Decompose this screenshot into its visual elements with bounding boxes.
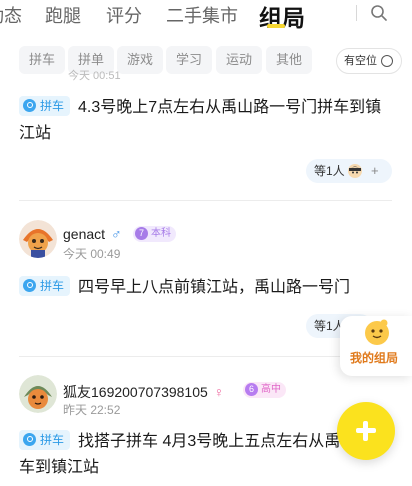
- avatar-genact[interactable]: [19, 220, 57, 258]
- post-time: 昨天 22:52: [63, 403, 121, 417]
- filter-chip-youxi[interactable]: 游戏: [117, 46, 163, 74]
- filter-chip-qita[interactable]: 其他: [266, 46, 312, 74]
- filter-chip-row: 拼车 拼单 游戏 学习 运动 其他 有空位: [0, 30, 412, 82]
- active-tab-indicator: [267, 24, 285, 28]
- filter-chip-xuexi[interactable]: 学习: [166, 46, 212, 74]
- filter-chip-yundong[interactable]: 运动: [216, 46, 262, 74]
- username[interactable]: 狐友169200707398105 ♀: [63, 382, 224, 402]
- join-group-button-1[interactable]: 等1人 +: [306, 159, 392, 183]
- radio-circle-icon: [381, 55, 393, 67]
- add-icon: +: [371, 163, 379, 178]
- post-text-3[interactable]: 拼车 找搭子拼车 4月3号晚上五点左右从禹山路拼车到镇江站: [19, 429, 391, 481]
- available-seats-toggle[interactable]: 有空位: [336, 48, 402, 74]
- create-group-button[interactable]: [337, 402, 395, 460]
- post-tag: 拼车: [19, 96, 71, 116]
- badge-level: 6: [245, 383, 258, 396]
- available-seats-label: 有空位: [344, 55, 377, 67]
- avatar-fox-friend[interactable]: [19, 375, 57, 413]
- username[interactable]: genact ♂: [63, 226, 121, 242]
- tab-paotui[interactable]: 跑腿: [45, 2, 81, 28]
- car-icon: [23, 279, 36, 292]
- car-icon: [23, 99, 36, 112]
- tab-ershou[interactable]: 二手集市: [166, 2, 238, 28]
- top-tab-bar: 动态 跑腿 评分 二手集市 组局: [0, 0, 412, 33]
- post-separator: [19, 356, 392, 357]
- female-icon: ♀: [213, 384, 225, 400]
- divider: [356, 5, 357, 21]
- tab-dongtai[interactable]: 动态: [0, 2, 22, 28]
- my-group-widget[interactable]: 我的组局: [340, 316, 412, 376]
- previous-post-time: 今天 00:51: [68, 70, 121, 82]
- tab-pingfen[interactable]: 评分: [106, 2, 142, 28]
- post-time: 今天 00:49: [63, 247, 121, 261]
- waiting-count: 等1人: [314, 164, 345, 178]
- post-text-1[interactable]: 拼车 4.3号晚上7点左右从禹山路一号门拼车到镇江站: [19, 95, 391, 147]
- search-icon[interactable]: [370, 4, 388, 22]
- post-tag: 拼车: [19, 276, 71, 296]
- post-text-2[interactable]: 拼车 四号早上八点前镇江站，禹山路一号门: [19, 275, 391, 301]
- car-icon: [23, 433, 36, 446]
- male-icon: ♂: [110, 226, 122, 242]
- my-group-label: 我的组局: [350, 351, 399, 365]
- education-badge: 6 高中: [243, 382, 286, 398]
- mascot-icon: [365, 319, 389, 345]
- post-tag: 拼车: [19, 430, 71, 450]
- member-avatar-icon: [348, 164, 362, 178]
- badge-level: 7: [135, 227, 148, 240]
- post-separator: [19, 200, 392, 201]
- education-badge: 7 本科: [133, 226, 176, 242]
- tab-zuju[interactable]: 组局: [259, 0, 305, 33]
- filter-chip-pinche[interactable]: 拼车: [19, 46, 65, 74]
